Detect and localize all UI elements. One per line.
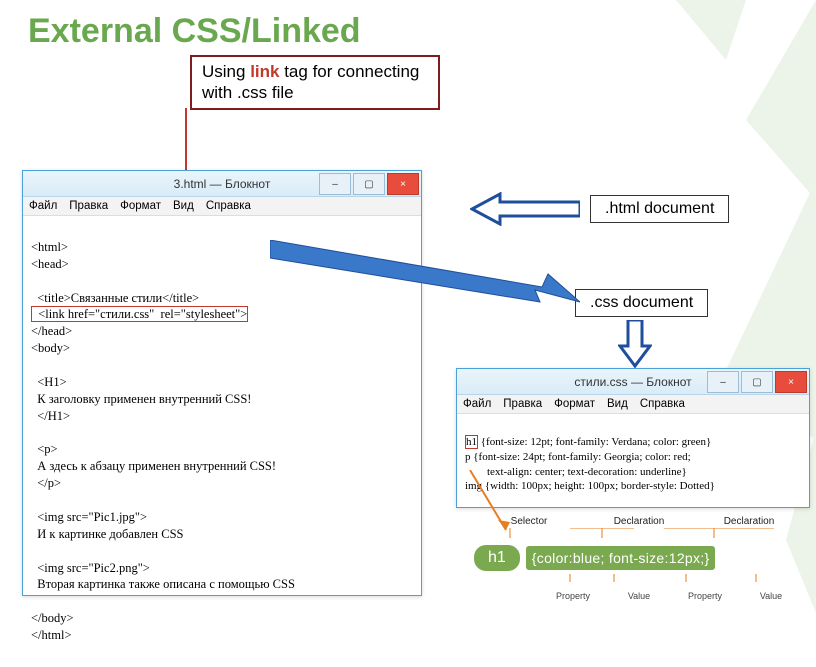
menu-item[interactable]: Правка — [69, 200, 108, 212]
callout-keyword: link — [250, 62, 279, 81]
diag-label-value: Value — [738, 591, 804, 601]
menu-item[interactable]: Формат — [120, 200, 161, 212]
css-titlebar: стили.css — Блокнот – ▢ × — [457, 369, 809, 395]
css-window-title: стили.css — Блокнот — [574, 375, 691, 389]
close-button[interactable]: × — [775, 371, 807, 393]
selector-pill: h1 — [474, 545, 520, 571]
html-menubar: Файл Правка Формат Вид Справка — [23, 197, 421, 216]
menu-item[interactable]: Формат — [554, 398, 595, 410]
code-line: <img src="Pic1.jpg"> — [31, 510, 147, 524]
html-window-controls: – ▢ × — [319, 171, 421, 197]
css-menubar: Файл Правка Формат Вид Справка — [457, 395, 809, 414]
css-window-controls: – ▢ × — [707, 369, 809, 395]
minimize-button[interactable]: – — [319, 173, 351, 195]
diag-label-property: Property — [672, 591, 738, 601]
code-line: </head> — [31, 324, 72, 338]
diag-label-declaration: Declaration — [694, 516, 804, 527]
menu-item[interactable]: Файл — [463, 398, 491, 410]
html-titlebar: 3.html — Блокнот – ▢ × — [23, 171, 421, 197]
label-css-doc: .css document — [575, 289, 708, 317]
code-line: p {font-size: 24pt; font-family: Georgia… — [465, 451, 691, 463]
arrow-to-html-label — [470, 192, 580, 226]
callout-box: Using link tag for connecting with .css … — [190, 55, 440, 110]
arrow-to-css-window — [618, 320, 652, 368]
menu-item[interactable]: Правка — [503, 398, 542, 410]
code-line: </p> — [31, 476, 61, 490]
code-line: <html> — [31, 240, 68, 254]
html-window: 3.html — Блокнот – ▢ × Файл Правка Форма… — [22, 170, 422, 596]
css-rule-diagram: Selector Declaration Declaration h1 {col… — [474, 514, 804, 601]
html-window-title: 3.html — Блокнот — [174, 177, 271, 191]
declaration-pill: {color:blue; font-size:12px;} — [526, 546, 716, 570]
diag-label-value: Value — [606, 591, 672, 601]
code-line-link: <link href="стили.css" rel="stylesheet"> — [31, 306, 248, 322]
menu-item[interactable]: Вид — [173, 200, 194, 212]
code-line: <img src="Pic2.png"> — [31, 561, 150, 575]
css-h1-selector: h1 — [465, 435, 478, 449]
callout-prefix: Using — [202, 62, 250, 81]
code-line: <p> — [31, 442, 58, 456]
code-line: <title>Связанные стили</title> — [31, 291, 199, 305]
code-line: К заголовку применен внутренний CSS! — [31, 392, 251, 406]
diag-label-declaration: Declaration — [584, 516, 694, 527]
code-line: </H1> — [31, 409, 70, 423]
maximize-button[interactable]: ▢ — [741, 371, 773, 393]
diag-label-property: Property — [540, 591, 606, 601]
code-line: А здесь к абзацу применен внутренний CSS… — [31, 459, 276, 473]
menu-item[interactable]: Справка — [640, 398, 685, 410]
close-button[interactable]: × — [387, 173, 419, 195]
code-line: <body> — [31, 341, 70, 355]
code-line: </body> — [31, 611, 74, 625]
minimize-button[interactable]: – — [707, 371, 739, 393]
arrow-link-to-css — [270, 240, 580, 310]
menu-item[interactable]: Справка — [206, 200, 251, 212]
maximize-button[interactable]: ▢ — [353, 173, 385, 195]
code-line: И к картинке добавлен CSS — [31, 527, 184, 541]
code-line: <head> — [31, 257, 69, 271]
menu-item[interactable]: Файл — [29, 200, 57, 212]
code-line: Вторая картинка также описана с помощью … — [31, 577, 295, 591]
code-line: </html> — [31, 628, 72, 642]
slide-title: External CSS/Linked — [28, 12, 361, 51]
label-html-doc: .html document — [590, 195, 729, 223]
code-line: {font-size: 12pt; font-family: Verdana; … — [481, 436, 712, 448]
diag-label-selector: Selector — [474, 516, 584, 527]
code-line: <H1> — [31, 375, 67, 389]
diag-brackets-top — [474, 528, 804, 540]
menu-item[interactable]: Вид — [607, 398, 628, 410]
diag-brackets-bottom — [474, 572, 804, 584]
